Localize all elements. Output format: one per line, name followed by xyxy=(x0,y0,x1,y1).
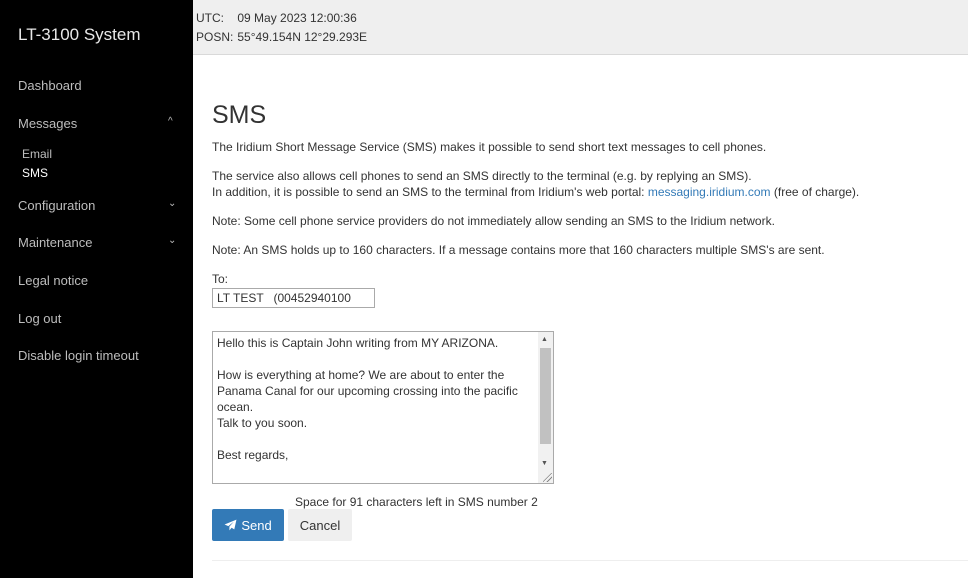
iridium-portal-link[interactable]: messaging.iridium.com xyxy=(648,185,771,199)
sidebar-item-label: Messages xyxy=(18,116,78,131)
cancel-button[interactable]: Cancel xyxy=(288,509,352,541)
message-textarea[interactable]: Hello this is Captain John writing from … xyxy=(212,331,554,484)
sidebar-item-dashboard[interactable]: Dashboard xyxy=(18,78,82,93)
scroll-thumb[interactable] xyxy=(540,348,551,444)
sidebar-item-label: SMS xyxy=(22,166,49,180)
portal-suffix: (free of charge). xyxy=(770,185,860,199)
paper-plane-icon xyxy=(224,519,237,531)
resize-grip-icon[interactable] xyxy=(543,473,552,482)
chevron-up-icon: ^ xyxy=(168,116,173,127)
note-length: Note: An SMS holds up to 160 characters.… xyxy=(212,243,825,257)
sidebar-item-label: Legal notice xyxy=(18,273,89,288)
sidebar-item-legal-notice[interactable]: Legal notice xyxy=(18,273,88,288)
to-label: To: xyxy=(212,272,229,286)
reply-paragraph: The service also allows cell phones to s… xyxy=(212,169,752,183)
divider xyxy=(212,560,968,561)
utc-value: 09 May 2023 12:00:36 xyxy=(237,11,357,25)
message-scrollbar[interactable]: ▲ ▼ xyxy=(538,332,553,483)
status-bar: UTC: 09 May 2023 12:00:36 POSN: 55°49.15… xyxy=(193,0,968,55)
sidebar-item-label: Maintenance xyxy=(18,235,93,250)
chevron-down-icon: ⌄ xyxy=(168,198,177,209)
position-value: 55°49.154N 12°29.293E xyxy=(237,30,368,44)
sidebar-item-label: Email xyxy=(22,147,53,161)
sidebar-item-log-out[interactable]: Log out xyxy=(18,311,61,326)
sidebar-item-label: Disable login timeout xyxy=(18,348,139,363)
intro-paragraph: The Iridium Short Message Service (SMS) … xyxy=(212,140,767,154)
utc-label: UTC: xyxy=(196,11,224,25)
portal-text: In addition, it is possible to send an S… xyxy=(212,185,648,199)
scroll-up-icon[interactable]: ▲ xyxy=(541,336,548,343)
scroll-down-icon[interactable]: ▼ xyxy=(541,460,548,467)
sidebar-item-configuration[interactable]: Configuration ⌄ xyxy=(18,198,183,213)
main-content: SMS The Iridium Short Message Service (S… xyxy=(193,55,968,578)
cancel-label: Cancel xyxy=(299,517,341,533)
sidebar-item-sms[interactable]: SMS xyxy=(22,166,48,180)
portal-paragraph: In addition, it is possible to send an S… xyxy=(212,185,859,199)
position-label: POSN: xyxy=(196,30,234,44)
note-provider: Note: Some cell phone service providers … xyxy=(212,214,775,228)
sidebar-item-disable-login-timeout[interactable]: Disable login timeout xyxy=(18,348,139,363)
sms-counter: Space for 91 characters left in SMS numb… xyxy=(295,495,538,509)
sidebar-item-email[interactable]: Email xyxy=(22,147,52,161)
sidebar-item-label: Dashboard xyxy=(18,78,82,93)
send-label: Send xyxy=(241,517,272,533)
position-row: POSN: 55°49.154N 12°29.293E xyxy=(196,30,367,44)
sidebar-item-label: Log out xyxy=(18,311,62,326)
utc-row: UTC: 09 May 2023 12:00:36 xyxy=(196,11,357,25)
sidebar-item-label: Configuration xyxy=(18,198,96,213)
sidebar-item-messages[interactable]: Messages ^ xyxy=(18,116,183,131)
brand-title: LT-3100 System xyxy=(18,25,141,44)
chevron-down-icon: ⌄ xyxy=(168,235,177,246)
recipient-input[interactable] xyxy=(212,288,375,308)
send-button[interactable]: Send xyxy=(212,509,284,541)
message-text: Hello this is Captain John writing from … xyxy=(217,336,518,462)
sidebar-item-maintenance[interactable]: Maintenance ⌄ xyxy=(18,235,183,250)
sidebar: LT-3100 System Dashboard Messages ^ Emai… xyxy=(0,0,193,578)
page-title: SMS xyxy=(212,101,267,129)
